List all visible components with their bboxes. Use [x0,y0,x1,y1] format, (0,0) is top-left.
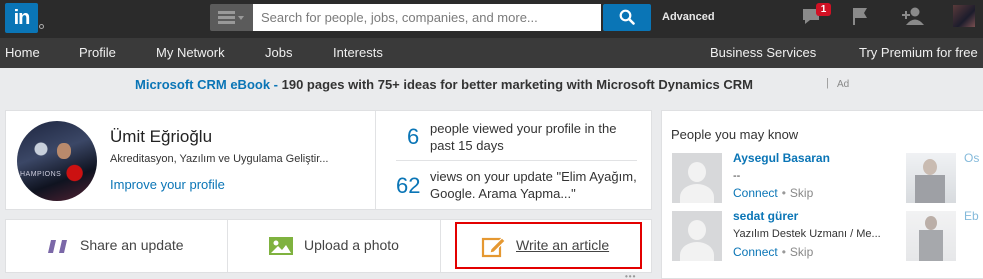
nav-profile[interactable]: Profile [79,45,116,60]
nav-home[interactable]: Home [5,45,40,60]
profile-name[interactable]: Ümit Eğrioğlu [110,127,212,147]
person-name-partial[interactable]: Eb [964,209,979,223]
ad-link[interactable]: Microsoft CRM eBook - [135,77,278,92]
nav-my-network[interactable]: My Network [156,45,225,60]
person-headline: -- [733,170,741,182]
nav-jobs[interactable]: Jobs [265,45,292,60]
profile-summary-card: HAMPIONS Ümit Eğrioğlu Akreditasyon, Yaz… [5,110,652,210]
advanced-search-link[interactable]: Advanced [662,11,715,23]
main-nav: Home Profile My Network Jobs Interests B… [0,38,983,68]
person-actions: Connect • Skip [733,186,814,200]
nav-business-services[interactable]: Business Services [710,45,816,60]
ad-label: Ad [837,79,850,90]
skip-button[interactable]: Skip [790,186,813,200]
registered-mark-icon [39,24,44,29]
people-you-may-know-card: People you may know Aysegul Basaran -- C… [661,110,983,279]
person-avatar[interactable] [672,153,722,203]
nav-interests[interactable]: Interests [333,45,383,60]
divider [396,160,637,161]
search-category-button[interactable] [210,4,253,31]
upload-photo-label: Upload a photo [304,237,399,253]
more-dots: ••• [625,272,637,279]
person-avatar[interactable] [672,211,722,261]
highlight-box [455,222,642,269]
search-input[interactable] [253,4,601,31]
menu-icon [218,11,244,24]
share-update-button[interactable]: Share an update [6,220,227,272]
ad-separator: | [826,77,829,89]
profile-photo[interactable]: HAMPIONS [17,121,97,201]
linkedin-logo[interactable]: in [5,3,38,33]
person-headline: Yazılım Destek Uzmanı / Me... [733,228,881,240]
divider [375,111,376,209]
nav-try-premium[interactable]: Try Premium for free [859,45,978,60]
notification-badge: 1 [816,3,831,16]
improve-profile-link[interactable]: Improve your profile [110,177,225,192]
person-avatar[interactable] [906,153,956,203]
connect-button[interactable]: Connect [733,245,778,259]
profile-headline: Akreditasyon, Yazılım ve Uygulama Gelişt… [110,153,329,165]
update-views-count[interactable]: 62 [396,173,420,199]
ad-banner: Microsoft CRM eBook - 190 pages with 75+… [0,68,983,100]
search-button[interactable] [603,4,651,31]
skip-button[interactable]: Skip [790,245,813,259]
account-avatar[interactable] [953,5,975,27]
quote-icon [48,240,67,253]
profile-views-count[interactable]: 6 [407,124,419,150]
top-bar: in Advanced 1 [0,0,983,38]
pymk-title: People you may know [671,127,799,142]
person-name[interactable]: sedat gürer [733,209,798,223]
person-name-partial[interactable]: Os [964,151,979,165]
person-avatar[interactable] [906,211,956,261]
ad-text[interactable]: Microsoft CRM eBook - 190 pages with 75+… [135,77,753,92]
connect-button[interactable]: Connect [733,186,778,200]
flag-icon[interactable] [851,6,871,28]
upload-photo-button[interactable]: Upload a photo [228,220,440,272]
search-icon [619,9,635,25]
ad-body[interactable]: 190 pages with 75+ ideas for better mark… [282,77,753,92]
update-views-text[interactable]: views on your update "Elim Ayağım, Googl… [430,168,640,202]
person-actions: Connect • Skip [733,245,814,259]
share-update-label: Share an update [80,237,184,253]
person-name[interactable]: Aysegul Basaran [733,151,830,165]
add-connection-icon[interactable] [901,6,925,28]
profile-views-text[interactable]: people viewed your profile in the past 1… [430,120,640,154]
photo-icon [269,237,293,255]
